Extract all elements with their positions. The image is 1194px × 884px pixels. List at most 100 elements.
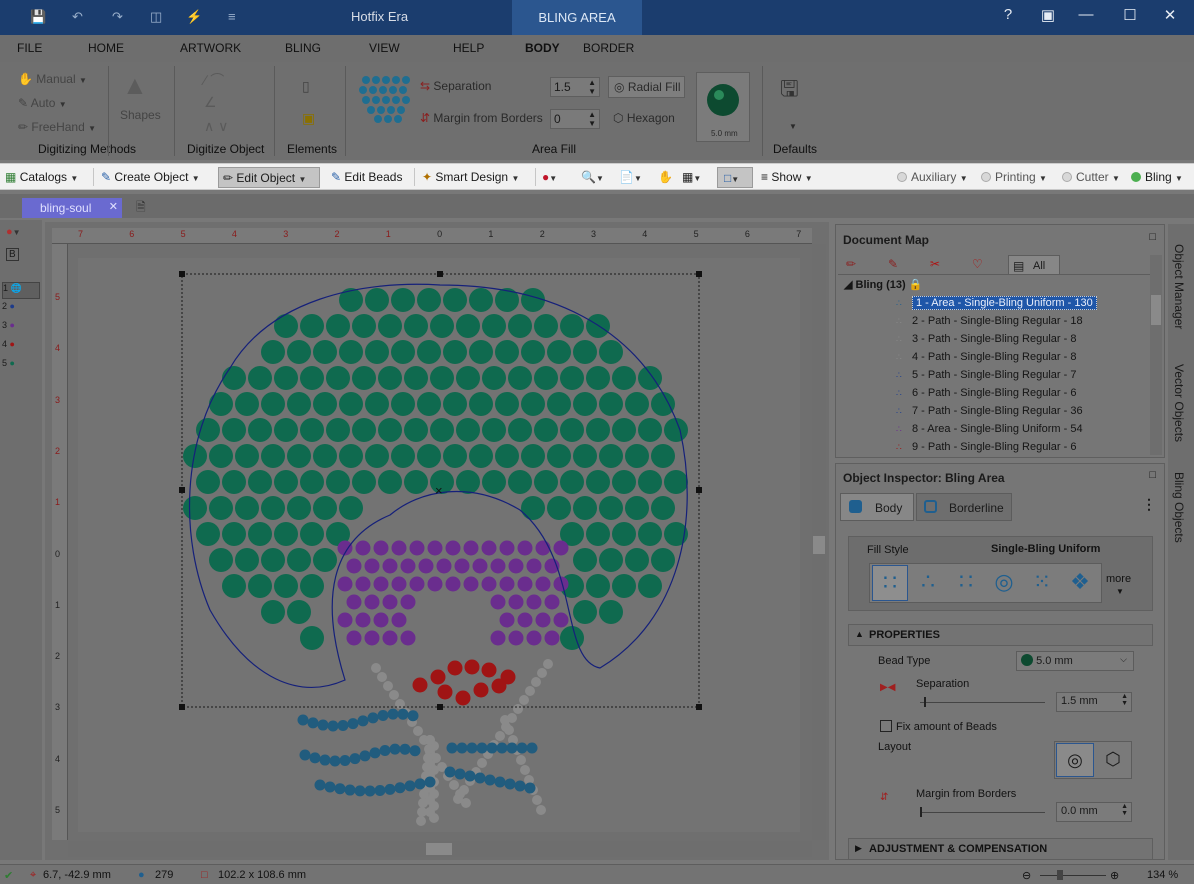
- more-fill-styles-button[interactable]: more ▼: [1106, 573, 1131, 597]
- cursor-icon: ⌖: [30, 869, 37, 881]
- green-bead: [417, 444, 441, 468]
- blue-bead: [347, 718, 359, 730]
- green-bead: [430, 418, 454, 442]
- green-bead: [274, 418, 298, 442]
- properties-header[interactable]: ▲ PROPERTIES: [848, 624, 1153, 646]
- purple-bead: [508, 594, 524, 610]
- resize-handle[interactable]: [696, 271, 702, 277]
- green-bead: [378, 470, 402, 494]
- grid-fill-icon[interactable]: ∷: [948, 565, 984, 601]
- green-bead: [625, 496, 649, 520]
- resize-handle[interactable]: [179, 271, 185, 277]
- horizontal-scrollbar[interactable]: [68, 841, 812, 857]
- tab-borderline[interactable]: Borderline: [916, 493, 1012, 521]
- map-item[interactable]: ∴ 8 - Area - Single-Bling Uniform - 54: [896, 421, 1083, 437]
- blue-bead: [399, 743, 411, 755]
- blue-bead: [354, 785, 366, 797]
- margin-slider[interactable]: [920, 807, 1045, 817]
- mixed-fill-icon[interactable]: ❖: [1062, 565, 1098, 601]
- bead-type-label: Bead Type: [878, 655, 931, 667]
- green-bead: [248, 522, 272, 546]
- green-bead: [586, 366, 610, 390]
- blue-bead: [329, 755, 341, 767]
- hexagon-layout-button[interactable]: ⬡: [1095, 743, 1131, 777]
- vertical-scrollbar[interactable]: [812, 244, 826, 840]
- resize-handle[interactable]: [696, 487, 702, 493]
- tab-vector-objects[interactable]: Vector Objects: [1172, 364, 1186, 442]
- green-bead: [300, 470, 324, 494]
- green-bead: [547, 340, 571, 364]
- purple-bead: [445, 540, 461, 556]
- zoom-out-icon[interactable]: ⊖: [1022, 869, 1031, 882]
- zoom-in-icon[interactable]: ⊕: [1110, 869, 1119, 882]
- gray-bead: [453, 794, 463, 804]
- gray-bead: [377, 672, 387, 682]
- center-mark-icon[interactable]: ×: [435, 483, 443, 498]
- tab-body-inspector[interactable]: Body: [840, 493, 914, 521]
- green-bead: [274, 470, 298, 494]
- tab-all[interactable]: ▤ All: [1008, 255, 1060, 275]
- resize-handle[interactable]: [696, 704, 702, 710]
- zoom-slider[interactable]: [1040, 870, 1106, 880]
- adjustment-header[interactable]: ▶ ADJUSTMENT & COMPENSATION: [848, 838, 1153, 860]
- object-inspector-panel: Object Inspector: Bling Area □ Body Bord…: [835, 463, 1165, 860]
- scatter-fill-icon[interactable]: ⁙: [1024, 565, 1060, 601]
- blue-bead: [414, 778, 426, 790]
- map-item[interactable]: ∴ 2 - Path - Single-Bling Regular - 18: [896, 313, 1083, 329]
- separation-prop-spinner[interactable]: 1.5 mm ▲ ▼: [1056, 692, 1132, 712]
- separation-slider[interactable]: [920, 697, 1045, 707]
- more-options-icon[interactable]: ⋮: [1142, 496, 1156, 513]
- fix-amount-label: Fix amount of Beads: [896, 721, 997, 733]
- green-bead: [521, 496, 545, 520]
- green-bead: [209, 548, 233, 572]
- purple-bead: [544, 558, 560, 574]
- purple-bead: [427, 576, 443, 592]
- margin-prop-icon: ⇵: [880, 792, 889, 803]
- map-item[interactable]: ∴ 1 - Area - Single-Bling Uniform - 130: [896, 295, 1097, 311]
- group-bling[interactable]: ◢ Bling (13) 🔒: [844, 277, 922, 293]
- gray-bead: [531, 677, 541, 687]
- resize-handle[interactable]: [179, 487, 185, 493]
- tab-object-manager[interactable]: Object Manager: [1172, 244, 1186, 329]
- fan-fill-icon[interactable]: ∴: [910, 565, 946, 601]
- purple-bead: [499, 612, 515, 628]
- radial-fill-icon[interactable]: ◎: [986, 565, 1022, 601]
- inspector-pin-icon[interactable]: □: [1149, 469, 1156, 481]
- green-bead: [547, 392, 571, 416]
- green-bead: [495, 340, 519, 364]
- map-item[interactable]: ∴ 7 - Path - Single-Bling Regular - 36: [896, 403, 1083, 419]
- uniform-fill-icon[interactable]: ∷: [872, 565, 908, 601]
- blue-bead: [409, 745, 421, 757]
- map-item[interactable]: ∴ 6 - Path - Single-Bling Regular - 6: [896, 385, 1076, 401]
- bling-tab-icon[interactable]: ♡: [972, 257, 983, 271]
- map-item[interactable]: ∴ 9 - Path - Single-Bling Regular - 6: [896, 439, 1076, 455]
- panel-pin-icon[interactable]: □: [1149, 231, 1156, 243]
- tab-bling-objects[interactable]: Bling Objects: [1172, 472, 1186, 543]
- path-beads-icon: ∴: [896, 298, 902, 308]
- green-bead: [495, 288, 519, 312]
- purple-bead: [553, 540, 569, 556]
- green-bead: [482, 418, 506, 442]
- map-item[interactable]: ∴ 4 - Path - Single-Bling Regular - 8: [896, 349, 1076, 365]
- green-bead: [469, 288, 493, 312]
- green-bead: [274, 574, 298, 598]
- map-item[interactable]: ∴ 3 - Path - Single-Bling Regular - 8: [896, 331, 1076, 347]
- green-bead: [651, 548, 675, 572]
- map-item[interactable]: ∴ 5 - Path - Single-Bling Regular - 7: [896, 367, 1076, 383]
- fix-amount-checkbox[interactable]: [880, 720, 892, 732]
- bead-type-select[interactable]: 5.0 mm ⌵: [1016, 651, 1134, 671]
- scissors-tab-icon[interactable]: ✂: [930, 257, 940, 271]
- margin-prop-spinner[interactable]: 0.0 mm ▲ ▼: [1056, 802, 1132, 822]
- green-bead: [261, 548, 285, 572]
- purple-bead: [544, 594, 560, 610]
- map-scrollbar[interactable]: [1150, 255, 1162, 455]
- path-beads-icon: ∴: [896, 352, 902, 362]
- resize-handle[interactable]: [437, 271, 443, 277]
- blue-bead: [314, 779, 326, 791]
- green-bead: [612, 574, 636, 598]
- resize-handle[interactable]: [179, 704, 185, 710]
- radial-layout-button[interactable]: ◎: [1056, 743, 1094, 777]
- brush-tab-icon[interactable]: ✎: [888, 257, 898, 271]
- pencil-tab-icon[interactable]: ✏: [846, 257, 856, 271]
- resize-handle[interactable]: [437, 704, 443, 710]
